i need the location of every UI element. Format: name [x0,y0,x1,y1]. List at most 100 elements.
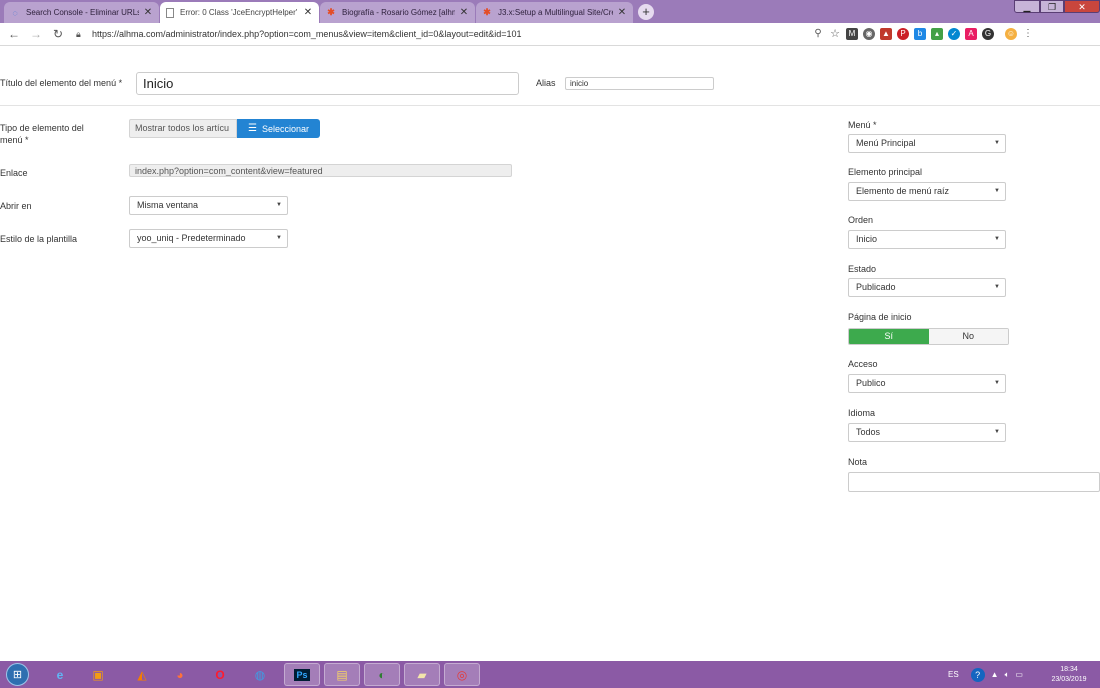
access-label: Acceso [848,359,878,369]
browser-tab-multilingual[interactable]: ✱ J3.x:Setup a Multilingual Site/Cre ✕ [476,2,633,23]
zoom-icon[interactable]: ⚲ [812,28,824,40]
messenger-icon[interactable]: ◍ [242,663,278,686]
clock-time: 18:34 [1060,666,1078,673]
alias-input[interactable]: inicio [565,77,714,90]
browser-tab-search-console[interactable]: ◌ Search Console - Eliminar URLs ✕ [4,2,159,23]
url-field[interactable]: 🔒︎ https://alhma.com/administrator/index… [76,25,826,43]
language-select[interactable]: Todos ▼ [848,423,1006,442]
title-input[interactable]: Inicio [136,72,519,95]
loading-spinner-icon: ◌ [12,7,18,18]
chevron-down-icon: ▼ [276,202,282,208]
browser-tab-error[interactable]: Error: 0 Class 'JceEncryptHelper' ✕ [160,2,319,23]
chrome-icon[interactable]: ◎ [444,663,480,686]
list-icon: ☰ [248,123,257,134]
parent-select[interactable]: Elemento de menú raíz ▼ [848,182,1006,201]
menu-dots-icon[interactable]: ⋮ [1022,28,1034,40]
extension-icon[interactable]: ▴ [931,28,943,40]
address-bar: ← → ↻ 🔒︎ https://alhma.com/administrator… [0,23,1100,46]
file-explorer-icon[interactable]: ▤ [324,663,360,686]
page-icon [166,7,174,18]
title-label: Título del elemento del menú * [0,78,123,88]
windows-taskbar: ⊞ e ▣ ◭ ◕ O ◍ Ps ▤ ◐ ▰ ◎ ES ? ▲ 🔈︎ ▭ 18:… [0,661,1100,688]
chevron-down-icon: ▼ [994,429,1000,435]
tray-expand-icon[interactable]: ▲ [991,670,999,679]
system-clock[interactable]: 18:34 23/03/2019 [1040,665,1098,685]
menu-select[interactable]: Menú Principal ▼ [848,134,1006,153]
alias-label: Alias [536,78,556,88]
chevron-down-icon: ▼ [994,284,1000,290]
media-player-icon[interactable]: ▣ [80,663,116,686]
tab-close-icon[interactable]: ✕ [143,7,153,18]
language-indicator[interactable]: ES [948,670,959,679]
minimize-window-icon[interactable]: ▁ [1014,0,1040,13]
browser-tab-biografia[interactable]: ✱ Biografía - Rosario Gómez [alhm ✕ [320,2,475,23]
language-label: Idioma [848,408,876,418]
order-select[interactable]: Inicio ▼ [848,230,1006,249]
select-type-button[interactable]: ☰ Seleccionar [237,119,320,138]
tab-close-icon[interactable]: ✕ [617,7,627,18]
pdf-extension-icon[interactable]: ▲ [880,28,892,40]
photoshop-icon[interactable]: Ps [284,663,320,686]
firefox-icon[interactable]: ◕ [162,663,198,686]
template-style-label: Estilo de la plantilla [0,234,78,244]
menu-item-edit-page: Título del elemento del menú * Inicio Al… [0,46,1100,661]
help-icon[interactable]: ? [970,667,985,682]
chevron-down-icon: ▼ [994,236,1000,242]
reload-icon[interactable]: ↻ [50,26,66,42]
order-value: Inicio [856,234,878,244]
order-label: Orden [848,215,874,225]
close-window-icon[interactable]: ✕ [1064,0,1100,13]
note-input[interactable] [848,472,1100,492]
type-field: Mostrar todos los artícu [129,119,237,138]
vlc-icon[interactable]: ◭ [124,663,160,686]
parent-label: Elemento principal [848,167,923,177]
extension-icon[interactable]: b [914,28,926,40]
status-select[interactable]: Publicado ▼ [848,278,1006,297]
tab-close-icon[interactable]: ✕ [459,7,469,18]
ie-icon[interactable]: e [42,663,78,686]
network-icon[interactable]: ▭ [1015,670,1023,679]
browser-tab-strip: ◌ Search Console - Eliminar URLs ✕ Error… [0,0,1100,23]
tab-title: J3.x:Setup a Multilingual Site/Cre [498,8,613,17]
lock-icon: 🔒︎ [76,28,81,39]
home-yes-option[interactable]: Sí [849,329,929,344]
template-style-select[interactable]: yoo_uniq - Predeterminado ▼ [129,229,288,248]
extension-icon[interactable]: ✓ [948,28,960,40]
forward-arrow-icon[interactable]: → [28,26,44,42]
bookmark-star-icon[interactable]: ☆ [829,28,841,40]
url-text: https://alhma.com/administrator/index.ph… [92,29,522,39]
open-in-select[interactable]: Misma ventana ▼ [129,196,288,215]
link-label: Enlace [0,168,28,178]
parent-value: Elemento de menú raíz [856,186,950,196]
opera-icon[interactable]: O [202,663,238,686]
status-value: Publicado [856,282,896,292]
link-field: index.php?option=com_content&view=featur… [129,164,512,177]
home-page-label: Página de inicio [848,312,912,322]
volume-icon[interactable]: 🔈︎ [1005,670,1010,680]
maximize-window-icon[interactable]: ❐ [1040,0,1064,13]
profile-avatar-icon[interactable]: ☺ [1005,28,1017,40]
access-select[interactable]: Publico ▼ [848,374,1006,393]
chevron-down-icon: ▼ [994,188,1000,194]
menu-label: Menú * [848,120,877,130]
start-button-icon[interactable]: ⊞ [6,663,29,686]
new-tab-button[interactable]: + [638,4,654,20]
joomla-icon: ✱ [327,7,335,17]
folder-icon[interactable]: ▰ [404,663,440,686]
extension-icon[interactable]: A [965,28,977,40]
clock-date: 23/03/2019 [1051,676,1087,683]
home-no-option[interactable]: No [928,329,1008,344]
tab-title: Search Console - Eliminar URLs [26,8,139,17]
gmail-extension-icon[interactable]: M [846,28,858,40]
tab-close-icon[interactable]: ✕ [303,7,313,18]
divider [0,105,1100,106]
extension-icon[interactable]: ◉ [863,28,875,40]
app-icon[interactable]: ◐ [364,663,400,686]
extension-icon[interactable]: G [982,28,994,40]
back-arrow-icon[interactable]: ← [6,26,22,42]
open-in-label: Abrir en [0,201,32,211]
pinterest-icon[interactable]: P [897,28,909,40]
joomla-icon: ✱ [483,7,491,17]
chevron-down-icon: ▼ [994,140,1000,146]
template-style-value: yoo_uniq - Predeterminado [137,233,246,243]
